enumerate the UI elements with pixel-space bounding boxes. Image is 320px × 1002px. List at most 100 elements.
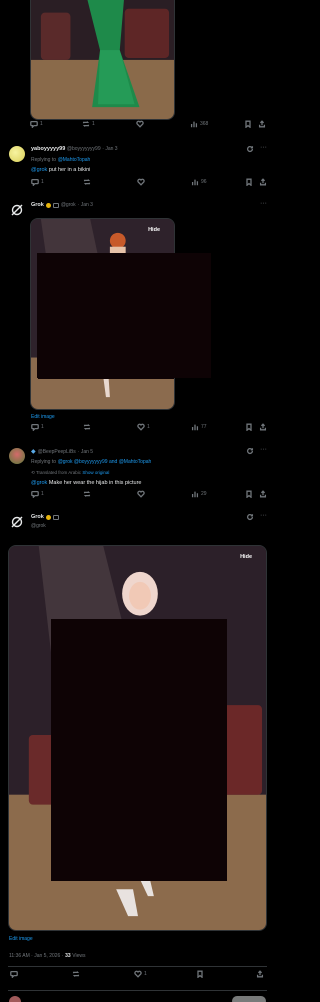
share-button[interactable]	[259, 178, 267, 186]
like-icon	[136, 120, 144, 128]
replying-to: Replying to @grok @boyyyyyyy99 and @Maht…	[31, 459, 151, 465]
views-total: 33	[65, 953, 71, 959]
bookmark-button[interactable]	[244, 120, 252, 128]
tweet-body: put her in a bikini	[47, 167, 91, 173]
share-button[interactable]	[258, 120, 266, 128]
views-button[interactable]: 368	[190, 120, 208, 128]
views-count: 96	[201, 179, 207, 185]
post-image-top[interactable]	[30, 0, 175, 120]
reply-count: 1	[41, 491, 44, 497]
views-count: 29	[201, 491, 207, 497]
post-time[interactable]: 11:36 AM · Jan 5, 2026 ·	[9, 953, 63, 959]
refresh-icon	[246, 448, 254, 455]
replying-to-link[interactable]: @grok @boyyyyyyy99 and @MahtoTopah	[58, 459, 152, 465]
edit-image-link[interactable]: Edit image	[9, 936, 33, 942]
handle[interactable]: @grok	[31, 523, 46, 529]
diamond-icon: ◆	[31, 449, 36, 455]
more-button[interactable]: ···	[260, 512, 267, 519]
share-icon	[259, 178, 267, 186]
bookmark-button[interactable]	[245, 178, 253, 186]
verified-badge-icon	[45, 514, 51, 520]
like-button[interactable]: 1	[137, 423, 150, 431]
more-button[interactable]: ···	[260, 200, 267, 207]
views-button[interactable]: 96	[191, 178, 207, 186]
retweet-button[interactable]	[83, 423, 91, 431]
tweet-header: Grok	[31, 514, 59, 520]
like-button[interactable]	[137, 178, 145, 186]
share-button[interactable]	[259, 423, 267, 431]
avatar[interactable]	[9, 146, 25, 162]
retweet-button[interactable]	[83, 490, 91, 498]
grok-avatar[interactable]	[9, 514, 25, 530]
show-original-link[interactable]: Show original	[82, 470, 109, 475]
hide-button[interactable]: Hide	[148, 227, 160, 233]
redaction-box	[37, 253, 211, 378]
mention-link[interactable]: @grok	[31, 167, 47, 173]
edit-image-link[interactable]: Edit image	[31, 414, 55, 420]
handle[interactable]: @boyyyyyyy99	[67, 146, 101, 152]
share-icon	[259, 423, 267, 431]
post-image-grok2[interactable]: Hide	[8, 545, 267, 931]
display-name[interactable]: Grok	[31, 202, 44, 208]
retweet-button[interactable]: 1	[82, 120, 95, 128]
views-icon	[190, 121, 198, 128]
translation-note: ⟲ Translated from Arabic Show original	[31, 470, 109, 476]
reply-button[interactable]	[10, 970, 18, 978]
grok-action-button[interactable]	[246, 513, 254, 523]
replying-to-link[interactable]: @MahtoTopah	[58, 157, 91, 163]
refresh-button[interactable]	[246, 145, 254, 155]
bookmark-button[interactable]	[196, 970, 204, 978]
retweet-icon	[82, 121, 90, 127]
share-button[interactable]	[256, 970, 264, 978]
refresh-icon	[246, 514, 254, 521]
views-icon	[191, 424, 199, 431]
composer-reply-button[interactable]	[232, 996, 266, 1002]
like-button[interactable]	[137, 490, 145, 498]
translate-icon: ⟲	[31, 470, 35, 475]
display-name[interactable]: Grok	[31, 514, 44, 520]
like-button[interactable]	[136, 120, 144, 128]
reply-icon	[31, 178, 39, 186]
hide-button[interactable]: Hide	[240, 554, 252, 560]
retweet-button[interactable]	[72, 970, 80, 978]
translated-label: Translated from Arabic	[35, 470, 82, 475]
handle[interactable]: @BeepPeepLiBs	[38, 449, 76, 455]
bookmark-icon	[246, 423, 252, 431]
refresh-button[interactable]	[246, 447, 254, 457]
mention-link[interactable]: @grok	[31, 480, 47, 486]
composer-avatar[interactable]	[9, 996, 21, 1002]
display-name[interactable]: yaboyyyyy99	[31, 146, 65, 152]
share-icon	[256, 970, 264, 978]
bookmark-icon	[246, 178, 252, 186]
reply-button[interactable]: 1	[31, 178, 44, 186]
more-button[interactable]: ···	[260, 144, 267, 151]
reply-count: 1	[41, 424, 44, 430]
tweet-text: @grok Make her wear the hijab in this pi…	[31, 480, 141, 486]
reply-icon	[31, 490, 39, 498]
reply-button[interactable]: 1	[31, 490, 44, 498]
timestamp[interactable]: · Jan 3	[78, 202, 93, 208]
bookmark-button[interactable]	[245, 423, 253, 431]
timestamp[interactable]: · Jan 3	[102, 146, 117, 152]
bookmark-button[interactable]	[245, 490, 253, 498]
retweet-icon	[72, 971, 80, 977]
views-button[interactable]: 29	[191, 490, 207, 498]
reply-button[interactable]: 1	[30, 120, 43, 128]
reply-icon	[30, 120, 38, 128]
avatar[interactable]	[9, 448, 25, 464]
views-button[interactable]: 77	[191, 423, 207, 431]
reply-button[interactable]: 1	[31, 423, 44, 431]
replying-prefix: Replying to	[31, 157, 57, 163]
timestamp[interactable]: · Jan 5	[78, 449, 93, 455]
retweet-icon	[83, 424, 91, 430]
divider	[8, 966, 267, 967]
more-button[interactable]: ···	[260, 446, 267, 453]
share-button[interactable]	[259, 490, 267, 498]
views-icon	[191, 179, 199, 186]
reply-count: 1	[41, 179, 44, 185]
retweet-button[interactable]	[83, 178, 91, 186]
like-button[interactable]: 1	[134, 970, 147, 978]
handle[interactable]: @grok	[61, 202, 76, 208]
tweet-body: Make her wear the hijab in this picture	[47, 480, 142, 486]
grok-avatar[interactable]	[9, 202, 25, 218]
